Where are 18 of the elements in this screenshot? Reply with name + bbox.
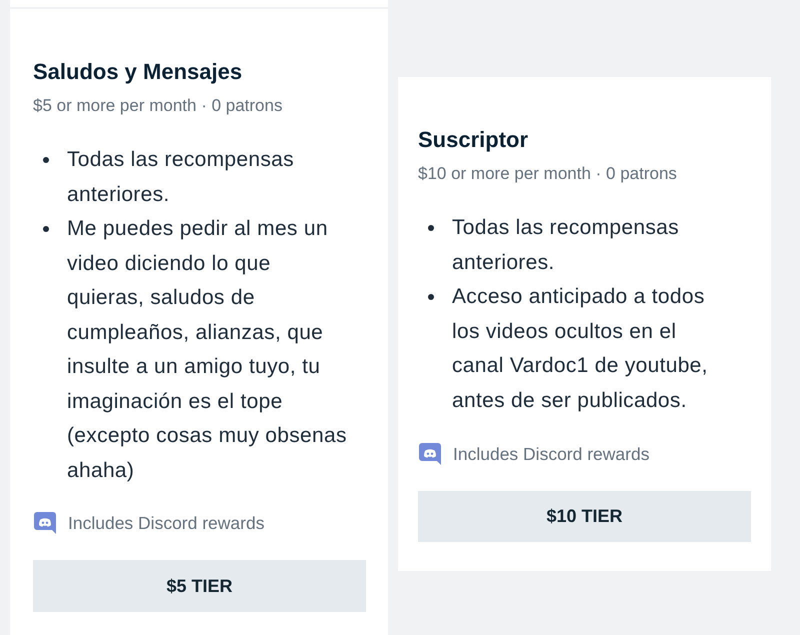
bullet-icon — [43, 157, 49, 163]
benefit-text: Me puedes pedir al mes un video diciendo lo que quieras, saludos de cumpleaños, alianzas, que insulte a un amigo tuyo, tu imaginación es el tope (excepto cosas muy obsenas ahaha) — [67, 216, 348, 484]
tier-button[interactable]: $5 TIER — [33, 560, 366, 612]
bullet-icon — [428, 225, 434, 231]
tier-title: Saludos y Mensajes — [33, 59, 244, 85]
benefit-text: Todas las recompensas anteriores. — [452, 215, 680, 276]
bullet-icon — [428, 294, 434, 300]
chat-bubble-icon — [34, 512, 56, 534]
discord-rewards-label: Includes Discord rewards — [68, 512, 264, 534]
tier-button[interactable]: $10 TIER — [418, 491, 751, 542]
chat-bubble-icon — [419, 443, 441, 465]
bullet-icon — [43, 226, 49, 232]
tier-price: $10 or more per month · 0 patrons — [418, 163, 677, 185]
tier-price: $5 or more per month · 0 patrons — [33, 95, 282, 117]
discord-rewards-label: Includes Discord rewards — [453, 443, 650, 465]
tier-title: Suscriptor — [418, 127, 530, 153]
benefit-text: Acceso anticipado a todos los videos ocultos en el canal Vardoc1 de youtube, antes de ser publicados. — [452, 284, 709, 414]
benefit-text: Todas las recompensas anteriores. — [67, 147, 295, 208]
